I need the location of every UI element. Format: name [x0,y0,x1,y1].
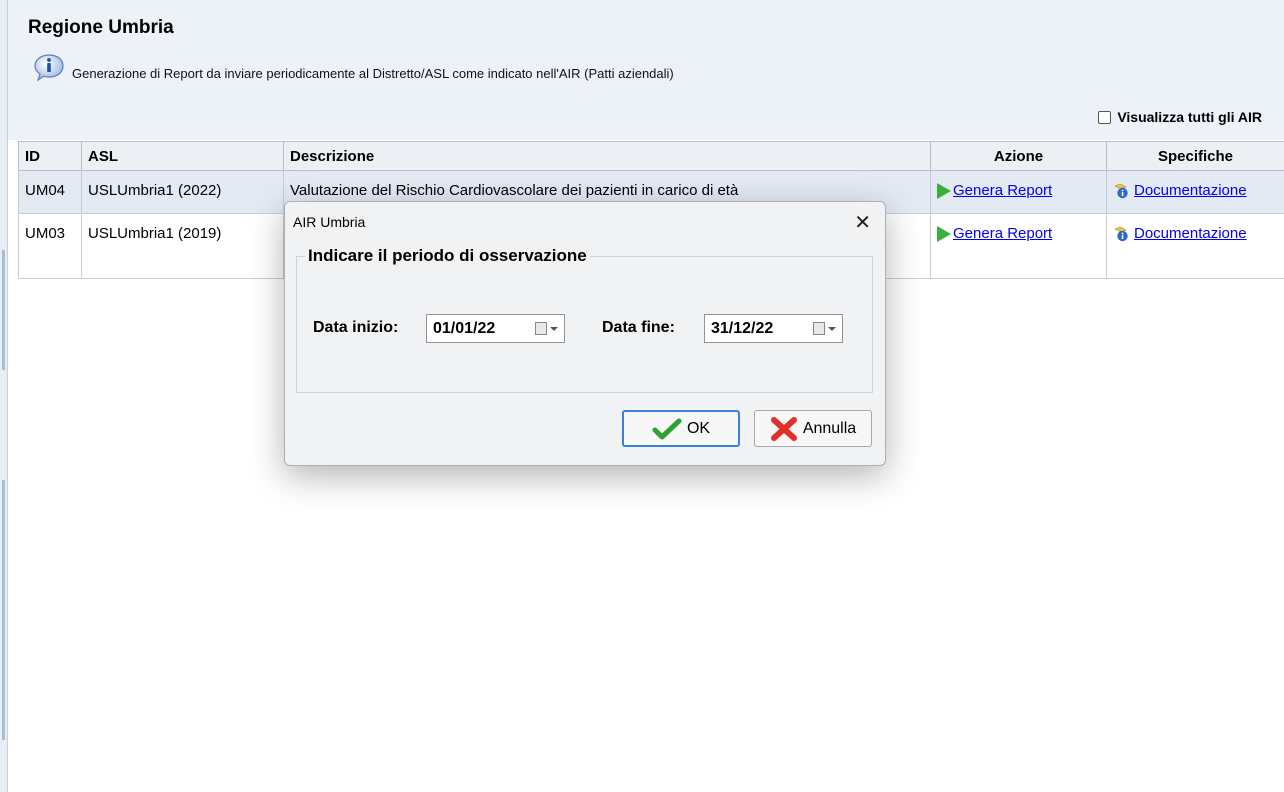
column-header-specifiche[interactable]: Specifiche [1106,141,1284,171]
cell-asl: USLUmbria1 (2022) [81,170,284,214]
generate-report-link[interactable]: Genera Report [937,225,1100,242]
play-icon [937,225,951,242]
play-icon [937,182,951,199]
column-header-asl[interactable]: ASL [81,141,284,171]
info-icon [34,54,64,82]
documentation-icon [1114,226,1128,241]
documentation-label[interactable]: Documentazione [1134,182,1247,199]
end-date-label: Data fine: [602,319,675,336]
documentation-link[interactable]: Documentazione [1113,225,1278,242]
info-text: Generazione di Report da inviare periodi… [72,66,674,81]
column-header-descrizione[interactable]: Descrizione [283,141,931,171]
calendar-icon[interactable] [813,322,836,335]
start-date-value[interactable]: 01/01/22 [433,320,495,338]
column-header-azione[interactable]: Azione [930,141,1107,171]
show-all-checkbox-wrapper[interactable]: Visualizza tutti gli AIR [1098,109,1262,125]
left-panel-strip [0,0,8,792]
close-icon[interactable]: ✕ [854,210,871,235]
period-dialog: AIR Umbria ✕ Indicare il periodo di osse… [284,201,886,466]
show-all-checkbox[interactable] [1098,110,1112,124]
cell-id: UM03 [18,213,82,279]
generate-report-label[interactable]: Genera Report [953,182,1052,199]
cancel-label: Annulla [802,419,857,437]
splitter-handle[interactable] [2,250,5,370]
show-all-label: Visualizza tutti gli AIR [1117,109,1262,125]
end-date-value[interactable]: 31/12/22 [711,320,773,338]
dialog-title: AIR Umbria [293,214,366,230]
splitter-handle-lower[interactable] [2,480,5,740]
column-header-id[interactable]: ID [18,141,82,171]
period-group-label: Indicare il periodo di osservazione [305,246,590,266]
red-x-icon [770,416,797,441]
documentation-label[interactable]: Documentazione [1134,225,1247,242]
generate-report-link[interactable]: Genera Report [937,182,1100,199]
cell-specifiche: Documentazione [1106,170,1284,214]
cell-azione: Genera Report [930,170,1107,214]
cell-asl: USLUmbria1 (2019) [81,213,284,279]
documentation-icon [1114,183,1128,198]
page-header: Regione Umbria Generazione di Report da … [8,0,1284,140]
ok-button[interactable]: OK [622,410,740,447]
ok-label: OK [686,419,711,437]
cell-specifiche: Documentazione [1106,213,1284,279]
documentation-link[interactable]: Documentazione [1113,182,1278,199]
page-title: Regione Umbria [28,17,174,38]
checkmark-icon [652,418,682,439]
start-date-picker[interactable]: 01/01/22 [426,314,565,343]
cancel-button[interactable]: Annulla [754,410,872,447]
end-date-picker[interactable]: 31/12/22 [704,314,843,343]
start-date-label: Data inizio: [313,319,399,336]
table-header-row: ID ASL Descrizione Azione Specifiche [18,141,1284,171]
cell-azione: Genera Report [930,213,1107,279]
calendar-icon[interactable] [535,322,558,335]
cell-id: UM04 [18,170,82,214]
generate-report-label[interactable]: Genera Report [953,225,1052,242]
